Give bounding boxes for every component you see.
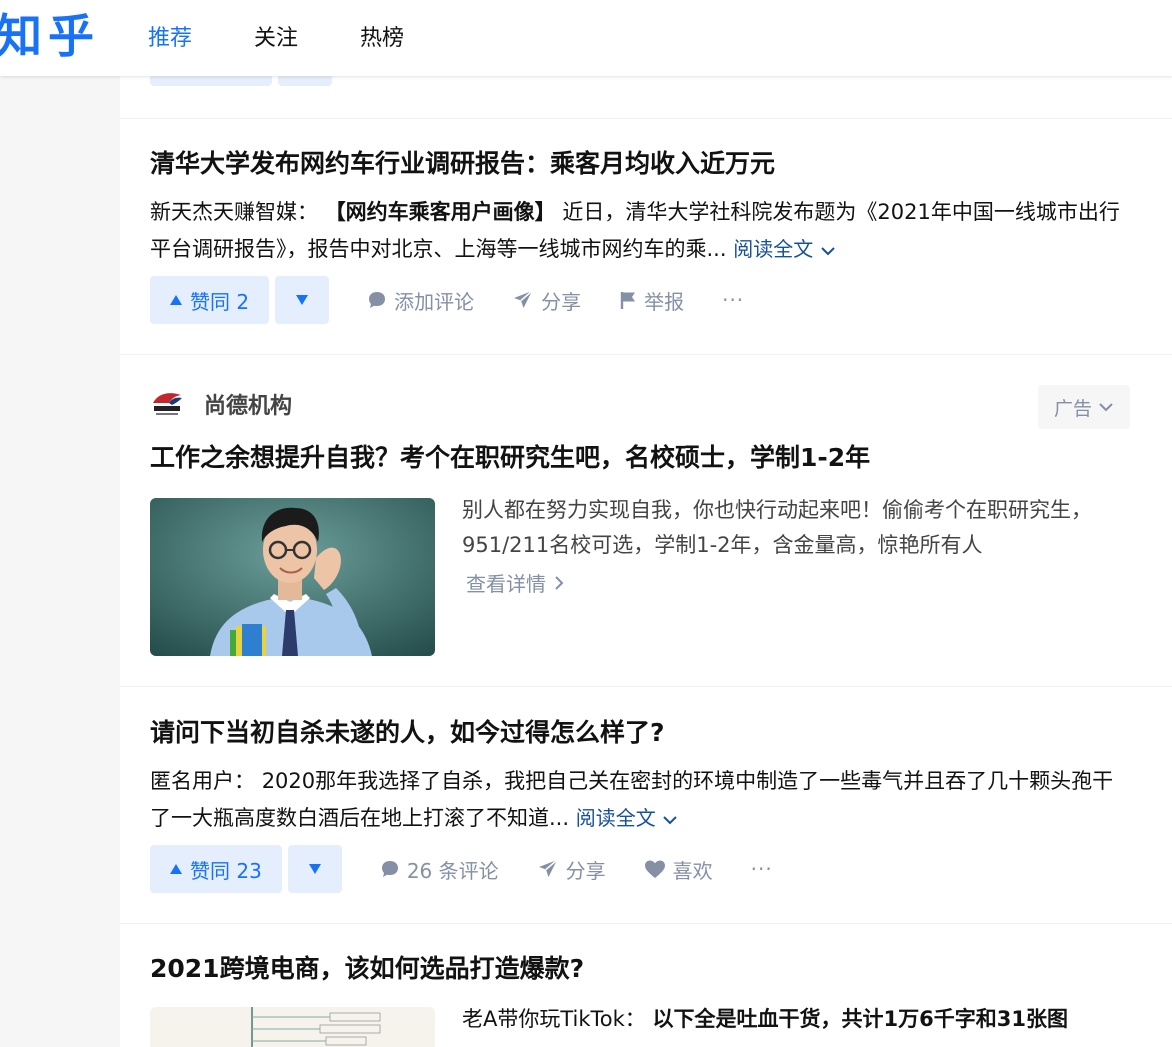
feed-card-answer: 请问下当初自杀未遂的人，如今过得怎么样了? 匿名用户： 2020那年我选择了自杀… [120,687,1172,924]
brand-name: 尚德机构 [204,394,293,419]
triangle-up-icon [170,295,182,305]
chevron-right-icon [555,575,564,590]
card-title[interactable]: 工作之余想提升自我？考个在职研究生吧，名校硕士，学制1-2年 [150,441,870,475]
more-options-button[interactable]: ··· [751,859,773,879]
feed-list: 清华大学发布网约车行业调研报告：乘客月均收入近万元 新天杰天赚智媒： 【网约车乘… [120,76,1172,1047]
chevron-down-icon [1099,403,1113,412]
view-details-label: 查看详情 [466,572,546,596]
send-icon [538,859,558,877]
comment-label: 添加评论 [394,289,475,314]
vote-up-button[interactable]: 赞同 2 [150,276,270,324]
comment-icon [369,292,386,308]
tab-hot[interactable]: 热榜 [360,22,404,56]
like-label: 喜欢 [672,858,713,883]
ad-image[interactable] [150,498,435,656]
prev-vote-up-remnant[interactable] [150,76,272,86]
top-header: 知乎 推荐 关注 热榜 [0,0,1172,76]
feed-card-article: 清华大学发布网约车行业调研报告：乘客月均收入近万元 新天杰天赚智媒： 【网约车乘… [120,119,1172,355]
vote-down-button[interactable] [275,276,330,324]
heart-icon [644,860,665,878]
ad-tag-dropdown[interactable]: 广告 [1038,385,1130,429]
vote-up-button[interactable]: 赞同 23 [150,845,282,893]
excerpt-lead: 【网约车乘客用户画像】 [324,200,556,224]
card-excerpt[interactable]: 新天杰天赚智媒： 【网约车乘客用户画像】 近日，清华大学社科院发布题为《2021… [150,194,1130,268]
card-excerpt[interactable]: 老A带你玩TikTok： 以下全是吐血干货，共计1万6千字和31张图 [462,1002,1112,1037]
nav-tabs: 推荐 关注 热榜 [148,22,466,56]
prev-vote-down-remnant[interactable] [278,76,332,86]
vote-down-button[interactable] [287,845,342,893]
comment-button[interactable]: 添加评论 [367,286,474,315]
zhihu-logo[interactable]: 知乎 [0,8,100,64]
article-thumbnail[interactable] [150,1007,435,1047]
action-bar: 赞同 2 添加评论 分享 举报 ··· [150,276,744,324]
comment-button[interactable]: 26 条评论 [380,855,499,884]
brand-logo-icon [153,393,182,415]
card-excerpt[interactable]: 匿名用户： 2020那年我选择了自杀，我把自己关在密封的环境中制造了一些毒气并且… [150,763,1130,837]
feed-card-ad: 尚德机构 广告 工作之余想提升自我？考个在职研究生吧，名校硕士，学制1-2年 别… [120,355,1172,687]
report-label: 举报 [644,289,685,314]
comment-icon [381,861,398,877]
report-button[interactable]: 举报 [619,286,684,315]
vote-count: 赞同 23 [190,858,262,883]
like-button[interactable]: 喜欢 [644,855,713,884]
more-options-button[interactable]: ··· [722,290,744,310]
ad-photo [150,498,435,656]
author-name: 新天杰天赚智媒： [150,200,318,224]
flag-icon [620,292,636,309]
action-bar: 赞同 23 26 条评论 分享 喜欢 ··· [150,845,773,893]
chevron-down-icon [820,246,835,255]
excerpt-lead: 以下全是吐血干货，共计1万6千字和31张图 [652,1007,1068,1031]
ad-brand[interactable]: 尚德机构 [150,388,292,420]
read-more-label: 阅读全文 [733,237,814,261]
card-title[interactable]: 清华大学发布网约车行业调研报告：乘客月均收入近万元 [150,147,775,181]
author-name: 匿名用户： [150,769,255,793]
feed-card-article: 2021跨境电商，该如何选品打造爆款? 老A带你玩TikTok： 以下全是吐血干… [120,924,1172,1047]
mindmap-thumbnail [150,1007,435,1047]
triangle-down-icon [296,295,309,305]
ad-tag-label: 广告 [1053,397,1092,420]
read-more-link[interactable]: 阅读全文 [576,806,678,830]
card-title[interactable]: 请问下当初自杀未遂的人，如今过得怎么样了? [150,716,665,750]
read-more-label: 阅读全文 [575,806,656,830]
send-icon [514,290,533,308]
ad-description[interactable]: 别人都在努力实现自我，你也快行动起来吧！偷偷考个在职研究生，951/211名校可… [462,493,1112,563]
triangle-down-icon [308,864,321,874]
vote-count: 赞同 2 [190,289,250,314]
triangle-up-icon [170,864,182,874]
share-label: 分享 [541,289,582,314]
view-details-link[interactable]: 查看详情 [466,568,564,597]
author-name: 老A带你玩TikTok： [462,1007,646,1031]
tab-follow[interactable]: 关注 [254,22,298,56]
chevron-down-icon [663,815,677,824]
tab-recommend[interactable]: 推荐 [148,22,192,56]
comment-count: 26 条评论 [406,858,499,883]
card-title[interactable]: 2021跨境电商，该如何选品打造爆款? [150,952,584,986]
share-label: 分享 [565,858,606,883]
share-button[interactable]: 分享 [512,286,581,315]
read-more-link[interactable]: 阅读全文 [733,237,835,261]
share-button[interactable]: 分享 [537,855,606,884]
